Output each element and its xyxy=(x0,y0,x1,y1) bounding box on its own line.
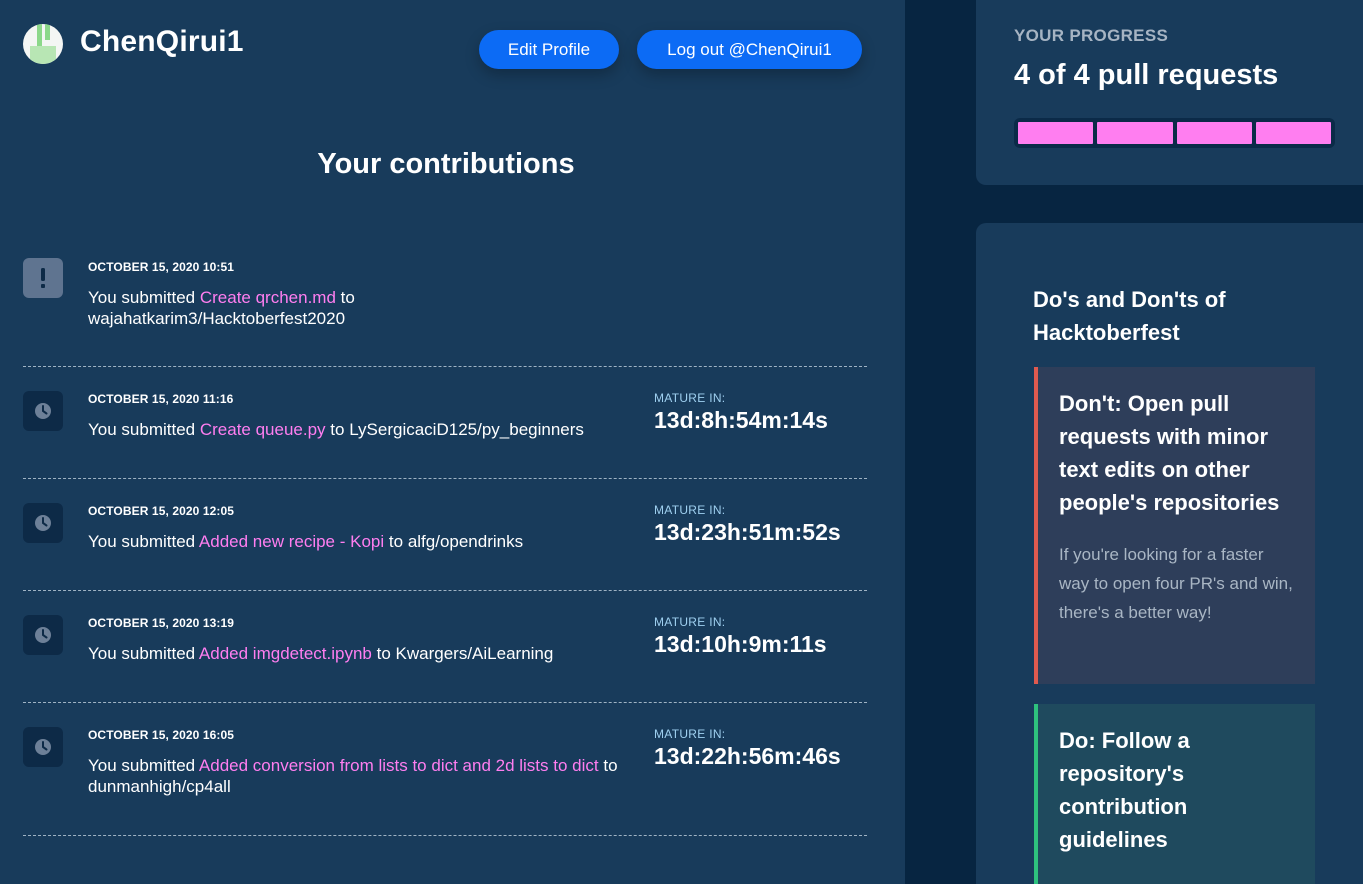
contribution-prefix: You submitted xyxy=(88,288,196,307)
mature-label: MATURE IN: xyxy=(654,503,726,517)
contribution-middle: to xyxy=(388,532,404,551)
mature-countdown: 13d:22h:56m:46s xyxy=(654,743,841,769)
pull-request-link[interactable]: Create qrchen.md xyxy=(200,288,336,307)
pull-request-link[interactable]: Added imgdetect.ipynb xyxy=(199,644,372,663)
contribution-date: OCTOBER 15, 2020 16:05 xyxy=(88,728,235,742)
contribution-date: OCTOBER 15, 2020 11:16 xyxy=(88,392,234,406)
pull-request-link[interactable]: Added conversion from lists to dict and … xyxy=(199,756,599,775)
contribution-date: OCTOBER 15, 2020 12:05 xyxy=(88,504,235,518)
repository-name: alfg/opendrinks xyxy=(407,532,524,551)
mature-label: MATURE IN: xyxy=(654,391,726,405)
pull-request-link[interactable]: Added new recipe - Kopi xyxy=(199,532,384,551)
do-tip: Do: Follow a repository's contribution g… xyxy=(1034,704,1315,884)
contribution-text: You submitted Added new recipe - Kopi to… xyxy=(88,531,633,552)
dont-tip: Don't: Open pull requests with minor tex… xyxy=(1034,367,1315,684)
contribution-prefix: You submitted xyxy=(88,756,196,775)
contribution-text: You submitted Create qrchen.md to wajaha… xyxy=(88,287,633,329)
repository-name: Kwargers/AiLearning xyxy=(395,644,554,663)
progress-segment xyxy=(1176,122,1252,144)
contribution-text: You submitted Added imgdetect.ipynb to K… xyxy=(88,643,633,664)
contribution-date: OCTOBER 15, 2020 10:51 xyxy=(88,260,235,274)
pull-request-link[interactable]: Create queue.py xyxy=(200,420,326,439)
dont-tip-heading: Don't: Open pull requests with minor tex… xyxy=(1059,391,1280,515)
contribution-text: You submitted Create queue.py to LySergi… xyxy=(88,419,633,440)
tips-title: Do's and Don'ts of Hacktoberfest xyxy=(1033,287,1226,345)
page-title: Your contributions xyxy=(317,148,575,180)
dont-tip-body: If you're looking for a faster way to op… xyxy=(1059,545,1293,622)
progress-segment xyxy=(1255,122,1331,144)
progress-segment xyxy=(1097,122,1173,144)
logout-button[interactable]: Log out @ChenQirui1 xyxy=(637,30,862,69)
username: ChenQirui1 xyxy=(80,25,244,58)
clock-icon xyxy=(23,615,63,655)
repository-name: LySergicaciD125/py_beginners xyxy=(349,420,584,439)
mature-label: MATURE IN: xyxy=(654,727,726,741)
clock-icon xyxy=(23,391,63,431)
progress-label: YOUR PROGRESS xyxy=(1014,26,1169,45)
contribution-item: OCTOBER 15, 2020 11:16 You submitted Cre… xyxy=(23,391,867,479)
clock-icon xyxy=(23,727,63,767)
repository-name: wajahatkarim3/Hacktoberfest2020 xyxy=(88,309,346,328)
contribution-item: OCTOBER 15, 2020 10:51 You submitted Cre… xyxy=(23,258,867,367)
contribution-item: OCTOBER 15, 2020 13:19 You submitted Add… xyxy=(23,615,867,703)
progress-card: YOUR PROGRESS 4 of 4 pull requests xyxy=(976,0,1363,185)
contribution-middle: to xyxy=(376,644,391,663)
tips-card: Do's and Don'ts of Hacktoberfest Don't: … xyxy=(976,223,1363,884)
mature-countdown: 13d:23h:51m:52s xyxy=(654,519,841,545)
exclamation-icon xyxy=(23,258,63,298)
contribution-date: OCTOBER 15, 2020 13:19 xyxy=(88,616,235,630)
progress-bar xyxy=(1014,118,1335,148)
do-tip-heading: Do: Follow a repository's contribution g… xyxy=(1059,728,1190,852)
contribution-prefix: You submitted xyxy=(88,532,196,551)
contribution-middle: to xyxy=(603,756,618,775)
mature-countdown: 13d:10h:9m:11s xyxy=(654,631,827,657)
progress-segment xyxy=(1018,122,1094,144)
mature-countdown: 13d:8h:54m:14s xyxy=(654,407,828,433)
contribution-middle: to xyxy=(330,420,345,439)
contribution-middle: to xyxy=(340,288,355,307)
progress-count: 4 of 4 pull requests xyxy=(1014,59,1279,91)
contribution-item: OCTOBER 15, 2020 12:05 You submitted Add… xyxy=(23,503,867,591)
clock-icon xyxy=(23,503,63,543)
edit-profile-button[interactable]: Edit Profile xyxy=(479,30,619,69)
contribution-prefix: You submitted xyxy=(88,644,196,663)
mature-label: MATURE IN: xyxy=(654,615,726,629)
contribution-prefix: You submitted xyxy=(88,420,196,439)
contribution-item: OCTOBER 15, 2020 16:05 You submitted Add… xyxy=(23,727,867,836)
avatar[interactable] xyxy=(23,24,63,64)
main-panel: ChenQirui1 Edit Profile Log out @ChenQir… xyxy=(0,0,905,884)
repository-name: dunmanhigh/cp4all xyxy=(88,777,231,796)
contribution-text: You submitted Added conversion from list… xyxy=(88,755,633,797)
